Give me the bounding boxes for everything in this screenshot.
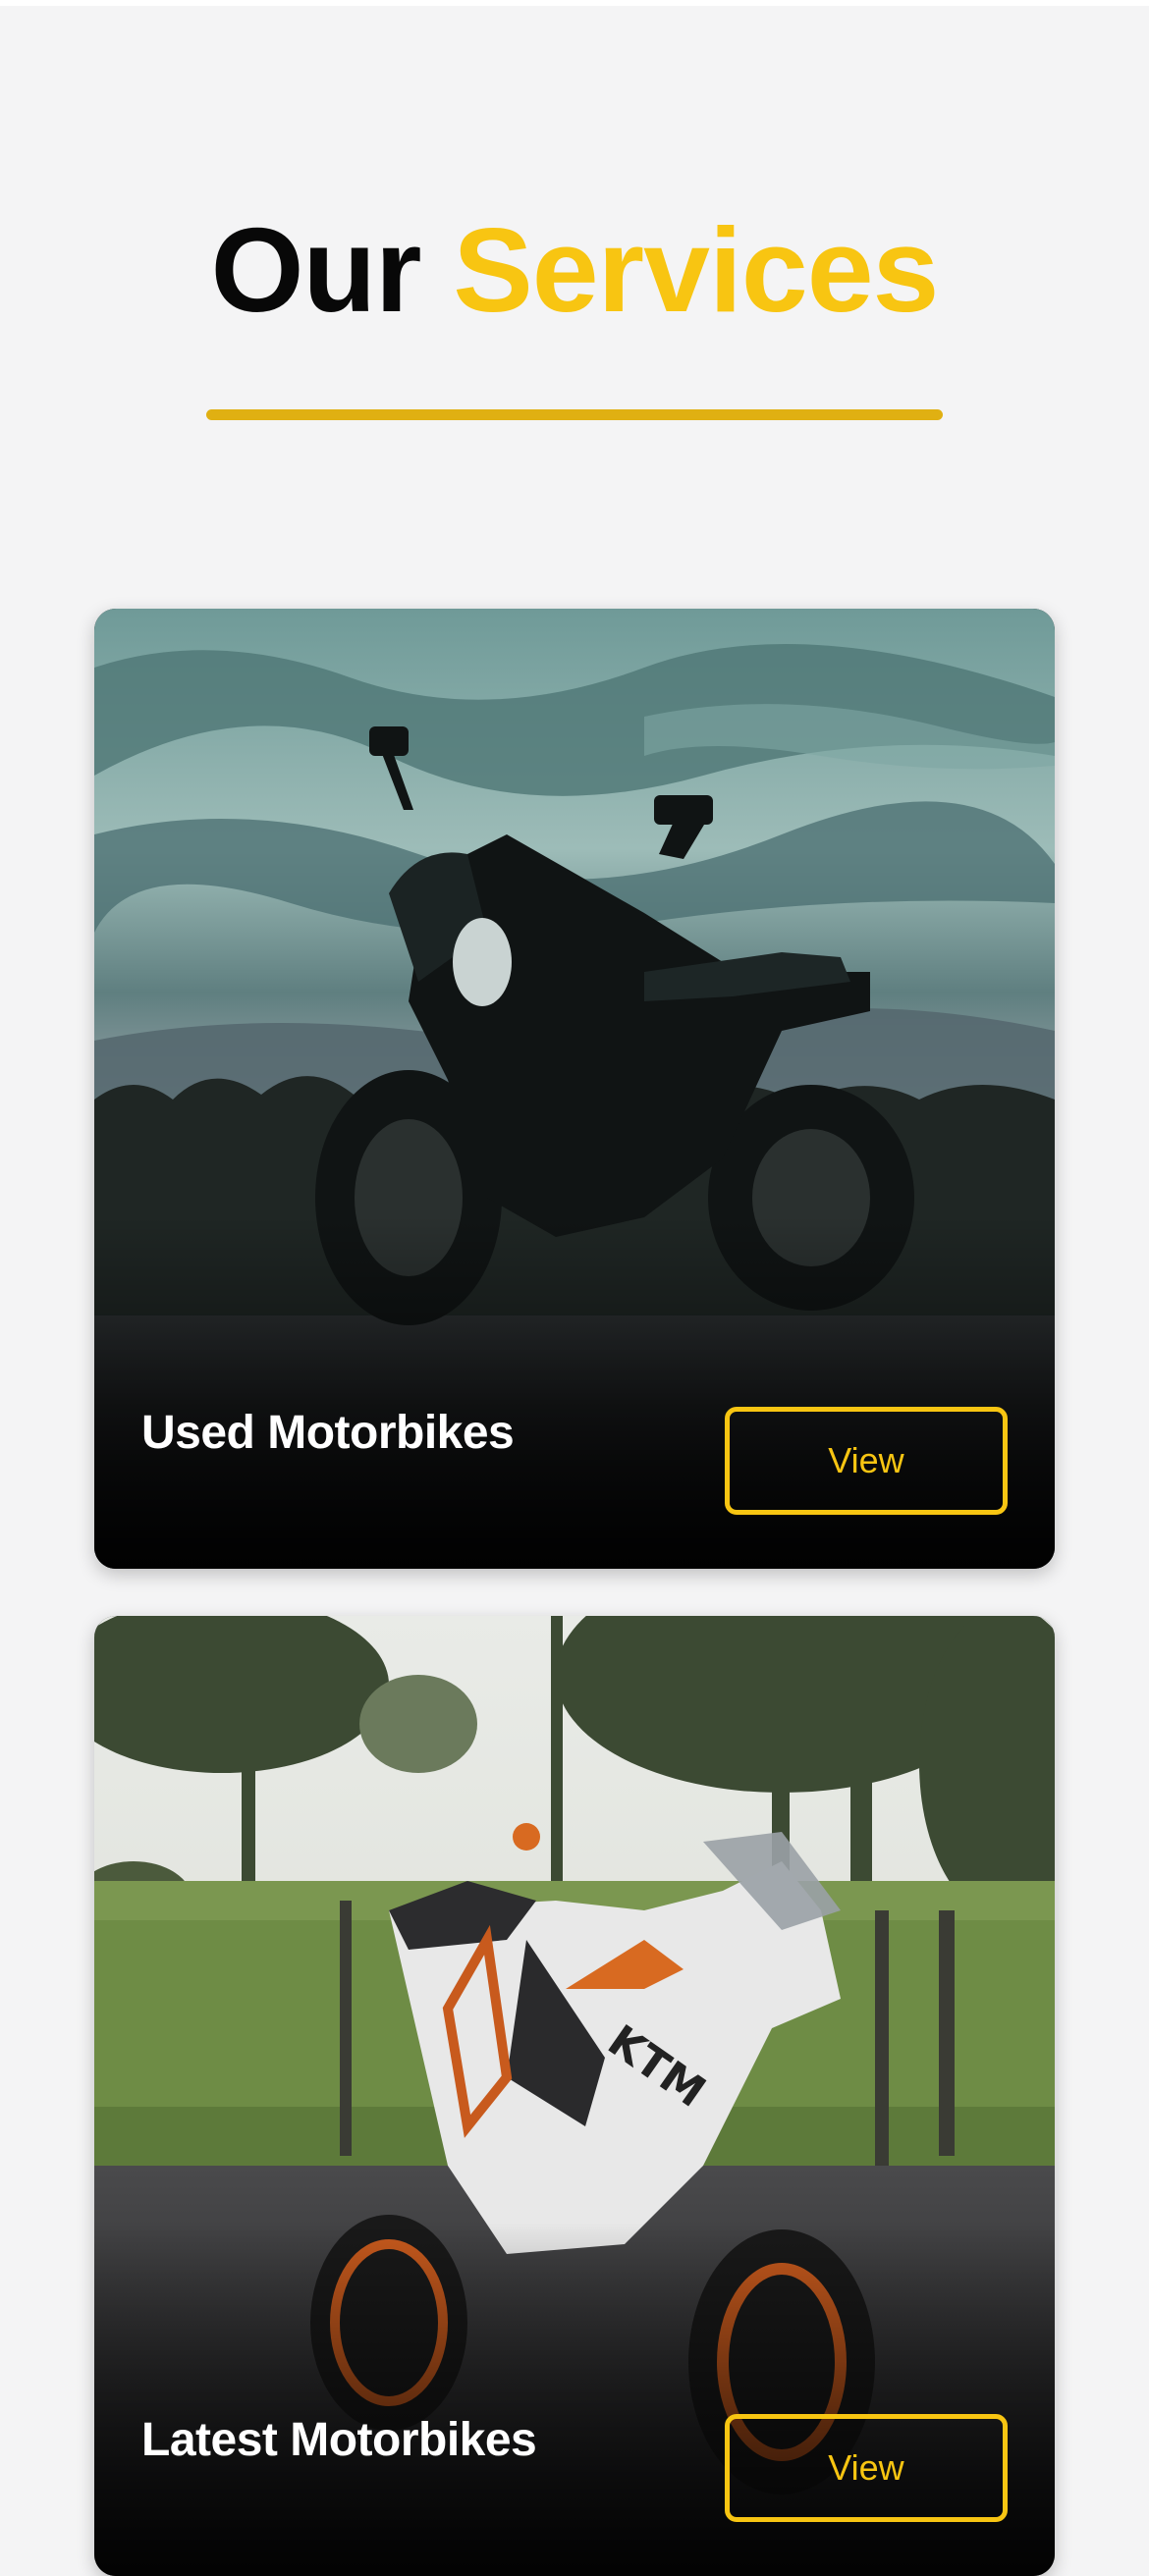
view-button[interactable]: View xyxy=(725,2414,1008,2522)
section-title-part-2: Services xyxy=(453,203,939,337)
card-gradient-overlay xyxy=(94,2223,1055,2576)
service-card-latest-motorbikes[interactable]: KTM Latest Motorbikes View xyxy=(94,1616,1055,2576)
title-underline xyxy=(206,409,943,420)
service-card-title: Latest Motorbikes xyxy=(141,2414,537,2466)
top-strip xyxy=(0,0,1149,6)
section-title: Our Services xyxy=(0,201,1149,339)
section-title-part-1: Our xyxy=(210,203,422,337)
service-card-used-motorbikes[interactable]: Used Motorbikes View xyxy=(94,609,1055,1569)
service-card-title: Used Motorbikes xyxy=(141,1407,515,1459)
view-button[interactable]: View xyxy=(725,1407,1008,1515)
card-gradient-overlay xyxy=(94,1215,1055,1569)
